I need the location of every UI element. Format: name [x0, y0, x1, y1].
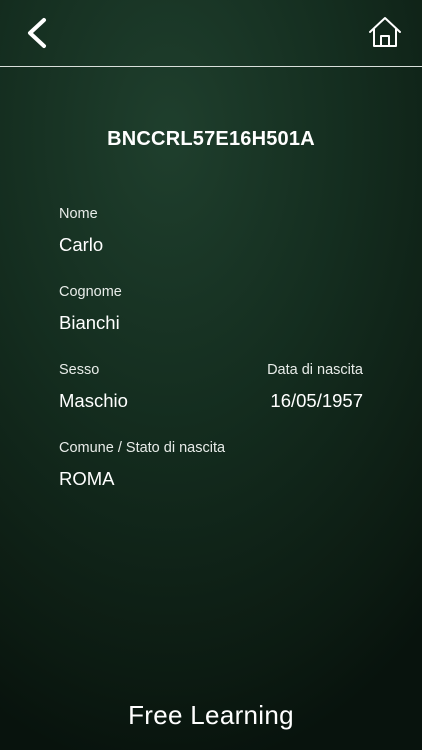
- comune-value: ROMA: [59, 468, 115, 489]
- cognome-value: Bianchi: [59, 312, 120, 333]
- data-nascita-value: 16/05/1957: [270, 390, 363, 411]
- home-button[interactable]: [368, 14, 402, 50]
- sesso-value: Maschio: [59, 390, 128, 411]
- nome-value: Carlo: [59, 234, 104, 255]
- back-button[interactable]: [22, 14, 56, 52]
- comune-label: Comune / Stato di nascita: [59, 440, 226, 456]
- chevron-left-icon: [28, 18, 46, 48]
- free-learning-logo: Free Learning: [128, 700, 294, 730]
- top-bar: [0, 0, 422, 67]
- fiscal-code-title: BNCCRL57E16H501A: [107, 128, 315, 150]
- sesso-label: Sesso: [59, 362, 100, 378]
- nome-label: Nome: [59, 206, 98, 222]
- home-icon: [369, 17, 401, 47]
- cognome-label: Cognome: [59, 284, 122, 300]
- data-nascita-label: Data di nascita: [267, 362, 363, 378]
